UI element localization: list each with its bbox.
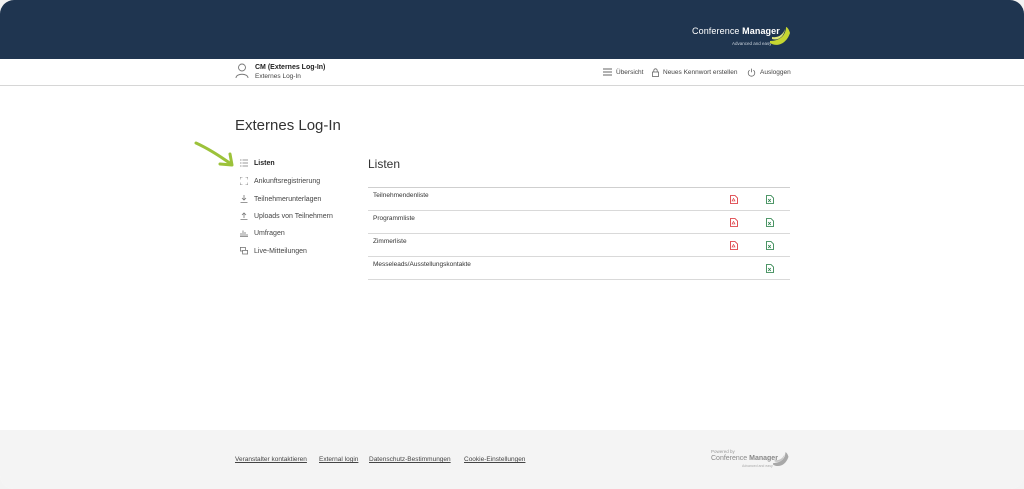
sidebar-item-label: Ankunftsregistrierung bbox=[254, 177, 321, 185]
nav-logout-link[interactable]: Ausloggen bbox=[747, 68, 791, 77]
sidebar-item-teilnehmerunterlagen[interactable]: Teilnehmerunterlagen bbox=[240, 195, 321, 203]
nav-logout-label: Ausloggen bbox=[760, 69, 791, 76]
nav-overview-link[interactable]: Übersicht bbox=[603, 68, 643, 76]
list-icon bbox=[603, 68, 612, 76]
list-icon bbox=[240, 159, 248, 167]
excel-file-icon[interactable] bbox=[766, 195, 774, 204]
list-name: Teilnehmendenliste bbox=[373, 192, 429, 199]
sidebar-item-label: Uploads von Teilnehmern bbox=[254, 212, 333, 220]
footer-link-external-login[interactable]: External login bbox=[319, 456, 358, 463]
page-title: Externes Log-In bbox=[235, 117, 341, 134]
pdf-file-icon[interactable] bbox=[730, 218, 738, 227]
power-icon bbox=[747, 68, 756, 77]
list-name: Messeleads/Ausstellungskontakte bbox=[373, 261, 471, 268]
footer-link-cookies[interactable]: Cookie-Einstellungen bbox=[464, 456, 525, 463]
bar-chart-icon bbox=[240, 230, 248, 237]
user-name: CM (Externes Log-In) bbox=[255, 64, 326, 71]
download-icon bbox=[240, 195, 248, 203]
app-window: Conference Manager Advanced and easy CM … bbox=[0, 0, 1024, 489]
table-row: Teilnehmendenliste bbox=[368, 188, 790, 211]
table-row: Programmliste bbox=[368, 211, 790, 234]
table-row: Zimmerliste bbox=[368, 234, 790, 257]
table-row: Messeleads/Ausstellungskontakte bbox=[368, 257, 790, 280]
powered-by-label: Powered by bbox=[711, 449, 735, 454]
section-title: Listen bbox=[368, 157, 401, 171]
footer-link-privacy[interactable]: Datenschutz-Bestimmungen bbox=[369, 456, 451, 463]
list-name: Zimmerliste bbox=[373, 238, 407, 245]
footer-link-contact[interactable]: Veranstalter kontaktieren bbox=[235, 456, 307, 463]
nav-new-password-link[interactable]: Neues Kennwort erstellen bbox=[652, 68, 737, 77]
banana-logo-icon bbox=[773, 452, 789, 467]
sidebar-item-umfragen[interactable]: Umfragen bbox=[240, 229, 285, 237]
upload-icon bbox=[240, 212, 248, 220]
sidebar-item-listen[interactable]: Listen bbox=[240, 159, 275, 167]
pdf-file-icon[interactable] bbox=[730, 241, 738, 250]
excel-file-icon[interactable] bbox=[766, 218, 774, 227]
user-icon bbox=[235, 63, 249, 79]
footer-brand-name: Conference Manager bbox=[711, 455, 778, 462]
footer-brand-tagline: Advanced and easy bbox=[742, 464, 773, 468]
sidebar-item-ankunftsregistrierung[interactable]: Ankunftsregistrierung bbox=[240, 177, 320, 185]
sidebar-item-label: Live-Mitteilungen bbox=[254, 247, 307, 255]
arrow-icon bbox=[194, 141, 234, 167]
list-name: Programmliste bbox=[373, 215, 415, 222]
sidebar-item-label: Umfragen bbox=[254, 229, 285, 237]
user-bar bbox=[0, 59, 1024, 86]
sidebar-item-uploads[interactable]: Uploads von Teilnehmern bbox=[240, 212, 333, 220]
sidebar-item-live-mitteilungen[interactable]: Live-Mitteilungen bbox=[240, 247, 307, 255]
scan-icon bbox=[240, 177, 248, 185]
pdf-file-icon[interactable] bbox=[730, 195, 738, 204]
sidebar-item-label: Teilnehmerunterlagen bbox=[254, 195, 322, 203]
nav-new-password-label: Neues Kennwort erstellen bbox=[663, 69, 738, 76]
excel-file-icon[interactable] bbox=[766, 241, 774, 250]
nav-overview-label: Übersicht bbox=[616, 68, 644, 76]
lock-icon bbox=[652, 68, 659, 77]
top-header bbox=[0, 0, 1024, 59]
chat-icon bbox=[240, 247, 248, 255]
excel-file-icon[interactable] bbox=[766, 264, 774, 273]
banana-logo-icon bbox=[770, 27, 790, 45]
lists-table: Teilnehmendenliste Programmliste Zimmerl… bbox=[368, 187, 790, 280]
user-role: Externes Log-In bbox=[255, 73, 301, 80]
sidebar-item-label: Listen bbox=[254, 159, 275, 167]
